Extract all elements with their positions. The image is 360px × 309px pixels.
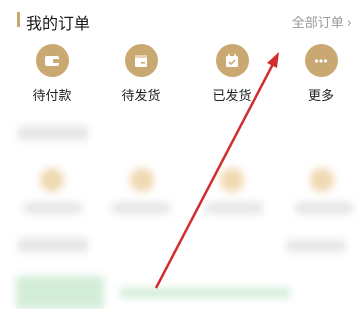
status-item-more[interactable]: 更多 bbox=[286, 44, 356, 104]
chevron-right-icon: › bbox=[346, 16, 352, 31]
blurred-label bbox=[295, 202, 353, 214]
status-label: 待发货 bbox=[121, 89, 161, 104]
blurred-link bbox=[286, 240, 346, 252]
all-orders-link[interactable]: 全部订单 › bbox=[292, 12, 352, 31]
blurred-label bbox=[205, 202, 263, 214]
section-accent-bar bbox=[17, 12, 20, 27]
blurred-icon bbox=[310, 168, 334, 192]
status-label: 更多 bbox=[307, 89, 334, 104]
blurred-icon bbox=[130, 168, 154, 192]
blurred-thumbnail bbox=[16, 276, 104, 309]
status-label: 待付款 bbox=[32, 89, 72, 104]
blurred-heading bbox=[18, 126, 88, 140]
status-item-shipped[interactable]: 已发货 bbox=[197, 44, 267, 104]
blurred-text bbox=[120, 288, 290, 298]
status-label: 已发货 bbox=[212, 89, 252, 104]
calendar-check-icon bbox=[215, 44, 249, 77]
section-title: 我的订单 bbox=[26, 14, 91, 33]
order-status-row: 待付款 待发货 已发货 更多 bbox=[0, 44, 360, 106]
wallet-icon bbox=[35, 44, 69, 77]
all-orders-label: 全部订单 bbox=[291, 16, 344, 31]
blurred-icon bbox=[220, 168, 244, 192]
blurred-content bbox=[0, 110, 360, 309]
blurred-label bbox=[24, 202, 82, 214]
blurred-heading bbox=[18, 238, 88, 252]
blurred-label bbox=[112, 202, 170, 214]
more-dots-icon bbox=[304, 44, 338, 77]
status-item-pending-payment[interactable]: 待付款 bbox=[17, 44, 87, 104]
box-icon bbox=[124, 44, 158, 77]
blurred-icon bbox=[40, 168, 64, 192]
orders-header: 我的订单 全部订单 › bbox=[0, 0, 360, 44]
status-item-pending-shipment[interactable]: 待发货 bbox=[106, 44, 176, 104]
